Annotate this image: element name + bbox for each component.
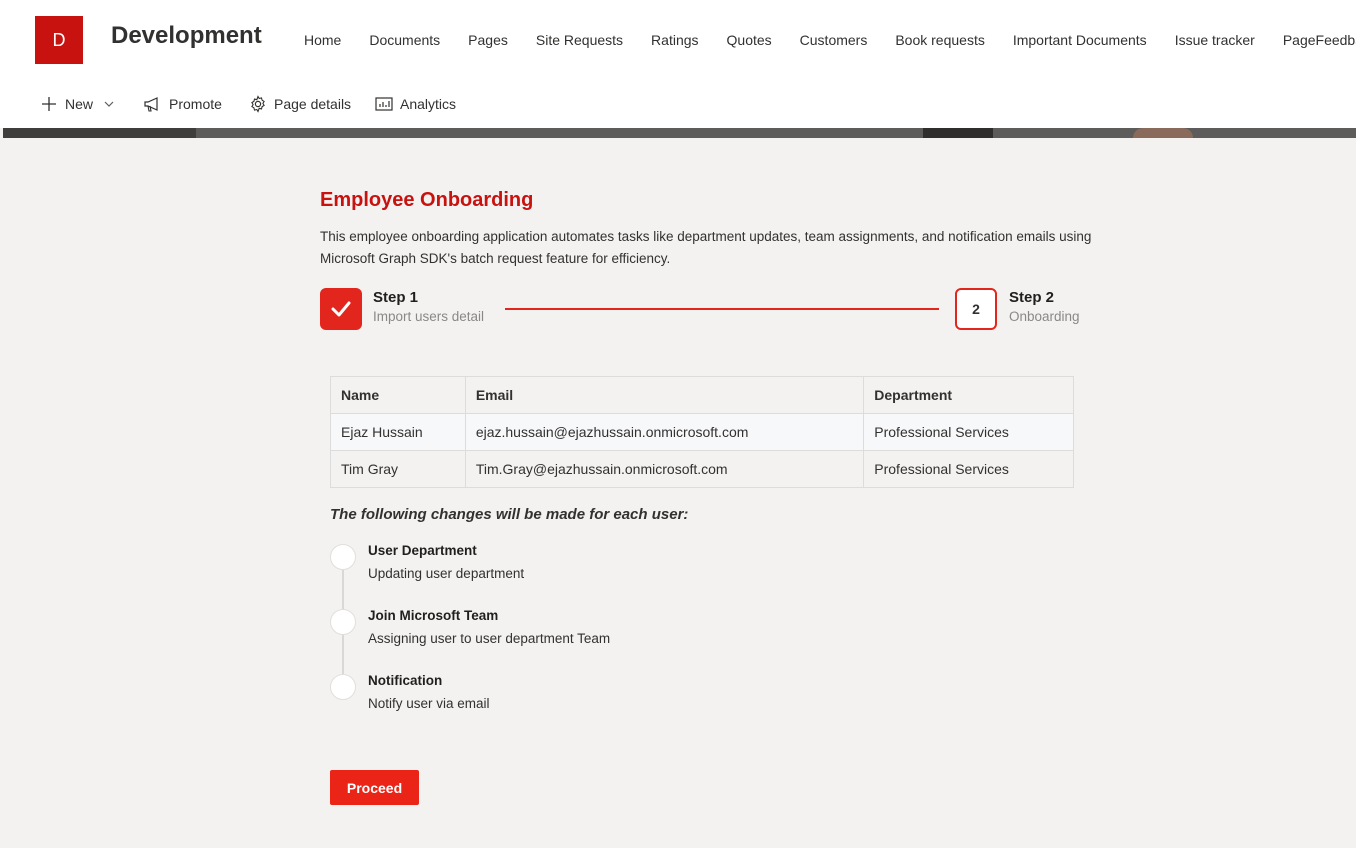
chart-icon: [375, 95, 393, 113]
analytics-label: Analytics: [400, 96, 457, 112]
top-navigation: Home Documents Pages Site Requests Ratin…: [290, 30, 1356, 50]
step-2-title: Step 2: [1009, 289, 1055, 306]
timeline-item-user-department: User Department Updating user department: [330, 541, 730, 591]
nav-item-pages[interactable]: Pages: [454, 30, 522, 50]
timeline-dot: [330, 609, 356, 635]
page-details-label: Page details: [274, 96, 352, 112]
stepper: Step 1 Import users detail 2 Step 2 Onbo…: [320, 288, 1100, 330]
changes-heading: The following changes will be made for e…: [330, 506, 689, 523]
gear-icon: [249, 95, 267, 113]
cell-department: Professional Services: [863, 450, 1074, 488]
nav-item-page-feedback[interactable]: PageFeedback: [1269, 30, 1356, 50]
cell-name: Ejaz Hussain: [330, 413, 466, 451]
step-1-title: Step 1: [373, 289, 419, 306]
nav-item-home[interactable]: Home: [290, 30, 355, 50]
timeline-item-description: Assigning user to user department Team: [368, 631, 611, 646]
nav-item-ratings[interactable]: Ratings: [637, 30, 712, 50]
cell-name: Tim Gray: [330, 450, 466, 488]
users-table: Name Email Department Ejaz Hussain ejaz.…: [330, 376, 1074, 488]
column-header-department: Department: [863, 376, 1074, 414]
timeline-item-notification: Notification Notify user via email: [330, 671, 730, 721]
timeline-item-title: Notification: [368, 673, 443, 688]
nav-item-quotes[interactable]: Quotes: [713, 30, 786, 50]
timeline-item-title: Join Microsoft Team: [368, 608, 499, 623]
step-2-badge: 2: [955, 288, 997, 330]
checkmark-icon: [331, 301, 351, 317]
command-bar: New Promote Page details Analytics: [0, 80, 1356, 128]
site-logo[interactable]: D: [35, 16, 83, 64]
page-title: Employee Onboarding: [320, 189, 534, 211]
promote-button[interactable]: Promote: [144, 94, 222, 114]
step-connector: [505, 308, 939, 310]
megaphone-icon: [144, 95, 162, 113]
site-title[interactable]: Development: [111, 22, 262, 50]
proceed-button[interactable]: Proceed: [330, 770, 419, 805]
table-row: Ejaz Hussain ejaz.hussain@ejazhussain.on…: [330, 413, 1074, 451]
cell-department: Professional Services: [863, 413, 1074, 451]
column-header-name: Name: [330, 376, 466, 414]
changes-timeline: User Department Updating user department…: [330, 541, 730, 721]
nav-item-issue-tracker[interactable]: Issue tracker: [1161, 30, 1269, 50]
new-label: New: [65, 96, 94, 112]
table-row: Tim Gray Tim.Gray@ejazhussain.onmicrosof…: [330, 450, 1074, 488]
analytics-button[interactable]: Analytics: [375, 94, 456, 114]
chevron-down-icon[interactable]: [104, 101, 114, 107]
table-header-row: Name Email Department: [330, 376, 1074, 414]
timeline-dot: [330, 544, 356, 570]
step-1-badge: [320, 288, 362, 330]
site-header: D Development Home Documents Pages Site …: [0, 0, 1356, 80]
nav-item-documents[interactable]: Documents: [355, 30, 454, 50]
plus-icon: [40, 95, 58, 113]
timeline-item-description: Updating user department: [368, 566, 525, 581]
cell-email: ejaz.hussain@ejazhussain.onmicrosoft.com: [464, 413, 865, 451]
column-header-email: Email: [464, 376, 865, 414]
promote-label: Promote: [169, 96, 222, 112]
nav-item-important-documents[interactable]: Important Documents: [999, 30, 1161, 50]
timeline-item-join-team: Join Microsoft Team Assigning user to us…: [330, 606, 730, 656]
hero-banner-image: [3, 128, 1356, 138]
nav-item-customers[interactable]: Customers: [786, 30, 882, 50]
page-description: This employee onboarding application aut…: [320, 229, 1092, 266]
new-button[interactable]: New: [40, 94, 114, 114]
nav-item-site-requests[interactable]: Site Requests: [522, 30, 637, 50]
step-1-subtitle: Import users detail: [373, 309, 485, 324]
page-details-button[interactable]: Page details: [249, 94, 351, 114]
cell-email: Tim.Gray@ejazhussain.onmicrosoft.com: [464, 450, 865, 488]
timeline-dot: [330, 674, 356, 700]
step-2-subtitle: Onboarding: [1009, 309, 1080, 324]
nav-item-book-requests[interactable]: Book requests: [881, 30, 999, 50]
timeline-item-title: User Department: [368, 543, 477, 558]
timeline-item-description: Notify user via email: [368, 696, 490, 711]
